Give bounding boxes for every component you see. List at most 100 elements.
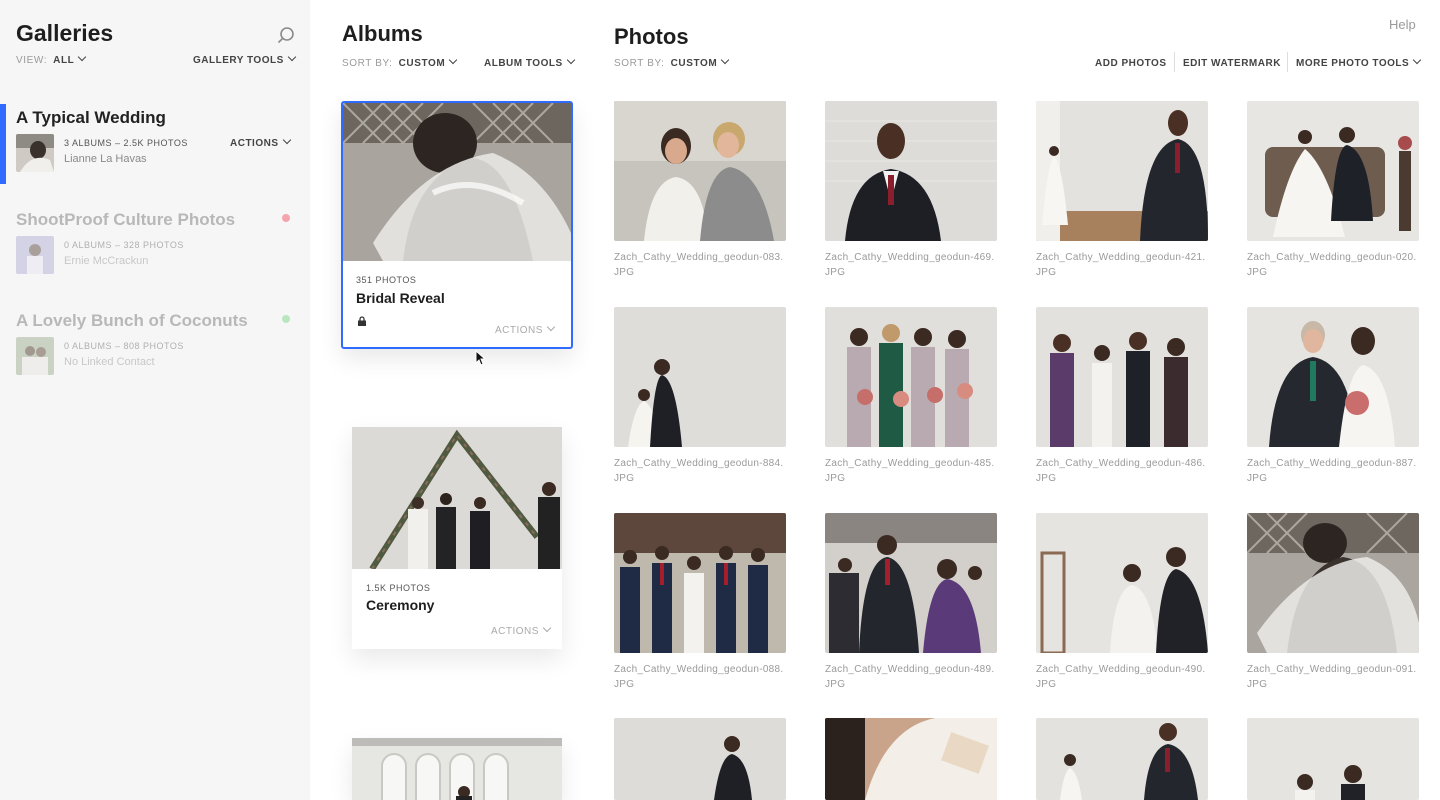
photo-thumbnail: [1247, 307, 1419, 447]
album-name: Bridal Reveal: [356, 290, 445, 306]
photos-sort[interactable]: SORT BY: CUSTOM: [614, 55, 730, 69]
actions-label: ACTIONS: [230, 138, 279, 149]
add-photos-button[interactable]: ADD PHOTOS: [1095, 58, 1167, 69]
photo-tile[interactable]: Zach_Cathy_Wedding_geodun-485.JPG: [825, 307, 997, 486]
gallery-actions-button[interactable]: ACTIONS: [230, 135, 291, 149]
sort-label: SORT BY:: [614, 58, 665, 69]
album-cover-image: [352, 427, 562, 569]
gallery-item-shootproof-culture-photos[interactable]: ShootProof Culture Photos 0 ALBUMS – 328…: [0, 206, 310, 286]
photo-filename: Zach_Cathy_Wedding_geodun-884.JPG: [614, 458, 784, 484]
album-photo-count: 1.5K PHOTOS: [366, 583, 431, 593]
photo-tile[interactable]: Zach_Cathy_Wedding_geodun-486.JPG: [1036, 307, 1208, 486]
photo-tile[interactable]: Zach_Cathy_Wedding_geodun-088.JPG: [614, 513, 786, 692]
album-card-3[interactable]: [352, 738, 562, 800]
chevron-down-icon: [78, 52, 87, 62]
gallery-tools-menu[interactable]: GALLERY TOOLS: [193, 52, 297, 66]
photo-tile[interactable]: Zach_Cathy_Wedding_geodun-489.JPG: [825, 513, 997, 692]
search-icon[interactable]: [276, 26, 296, 46]
photo-tile[interactable]: [825, 718, 997, 800]
mouse-cursor-icon: [475, 350, 485, 366]
albums-sort[interactable]: SORT BY: CUSTOM: [342, 55, 458, 69]
gallery-contact: No Linked Contact: [64, 356, 155, 368]
active-indicator: [0, 104, 6, 184]
photo-tile[interactable]: Zach_Cathy_Wedding_geodun-469.JPG: [825, 101, 997, 280]
more-photo-tools-menu[interactable]: MORE PHOTO TOOLS: [1296, 55, 1422, 69]
photo-filename: Zach_Cathy_Wedding_geodun-486.JPG: [1036, 458, 1206, 484]
photo-thumbnail: [614, 307, 786, 447]
view-value: ALL: [53, 55, 75, 66]
photo-tile[interactable]: Zach_Cathy_Wedding_geodun-091.JPG: [1247, 513, 1419, 692]
photo-thumbnail: [1036, 513, 1208, 653]
gallery-contact: Ernie McCrackun: [64, 255, 149, 267]
photos-title: Photos: [614, 24, 689, 49]
photo-thumbnail: [825, 513, 997, 653]
status-dot: [282, 315, 290, 323]
album-cover-image: [352, 738, 562, 800]
photo-filename: Zach_Cathy_Wedding_geodun-485.JPG: [825, 458, 995, 484]
album-tools-label: ALBUM TOOLS: [484, 58, 563, 69]
help-link[interactable]: Help: [1389, 17, 1416, 32]
chevron-down-icon: [449, 55, 458, 65]
photo-thumbnail: [614, 513, 786, 653]
chevron-down-icon: [566, 55, 575, 65]
photo-thumbnail: [1247, 513, 1419, 653]
album-tools-menu[interactable]: ALBUM TOOLS: [484, 55, 575, 69]
album-name: Ceremony: [366, 597, 435, 613]
photo-filename: Zach_Cathy_Wedding_geodun-887.JPG: [1247, 458, 1417, 484]
sort-label: SORT BY:: [342, 58, 393, 69]
gallery-thumbnail: [16, 337, 54, 375]
album-actions-button[interactable]: ACTIONS: [495, 322, 556, 336]
photo-tile[interactable]: [1247, 718, 1419, 800]
albums-column: Albums SORT BY: CUSTOM ALBUM TOOLS 351 PH…: [310, 0, 590, 800]
status-dot: [282, 214, 290, 222]
gallery-contact: Lianne La Havas: [64, 153, 147, 165]
photo-thumbnail: [1247, 718, 1419, 800]
photo-thumbnail: [614, 718, 786, 800]
chevron-down-icon: [721, 55, 730, 65]
photo-thumbnail: [1036, 101, 1208, 241]
gallery-item-a-typical-wedding[interactable]: A Typical Wedding 3 ALBUMS – 2.5K PHOTOS…: [0, 104, 310, 184]
photo-filename: Zach_Cathy_Wedding_geodun-469.JPG: [825, 252, 995, 278]
chevron-down-icon: [546, 322, 556, 332]
photo-filename: Zach_Cathy_Wedding_geodun-088.JPG: [614, 664, 784, 690]
album-cover-image: [343, 103, 571, 261]
toolbar-divider: [1174, 52, 1175, 72]
galleries-title: Galleries: [16, 20, 114, 46]
album-card-ceremony[interactable]: 1.5K PHOTOS Ceremony ACTIONS: [352, 427, 562, 649]
photo-thumbnail: [614, 101, 786, 241]
photo-thumbnail: [825, 718, 997, 800]
sort-value: CUSTOM: [670, 58, 718, 69]
photo-tile[interactable]: Zach_Cathy_Wedding_geodun-490.JPG: [1036, 513, 1208, 692]
edit-watermark-button[interactable]: EDIT WATERMARK: [1183, 58, 1281, 69]
photo-tile[interactable]: Zach_Cathy_Wedding_geodun-020.JPG: [1247, 101, 1419, 280]
photo-tile[interactable]: [614, 718, 786, 800]
gallery-meta: 3 ALBUMS – 2.5K PHOTOS: [64, 138, 188, 148]
lock-icon: [358, 316, 366, 326]
gallery-item-a-lovely-bunch-of-coconuts[interactable]: A Lovely Bunch of Coconuts 0 ALBUMS – 80…: [0, 307, 310, 387]
photo-tile[interactable]: Zach_Cathy_Wedding_geodun-083.JPG: [614, 101, 786, 280]
sort-value: CUSTOM: [398, 58, 446, 69]
gallery-tools-label: GALLERY TOOLS: [193, 55, 284, 66]
chevron-down-icon: [287, 52, 297, 62]
album-actions-button[interactable]: ACTIONS: [491, 623, 552, 637]
galleries-sidebar: Galleries VIEW: ALL GALLERY TOOLS A Typic…: [0, 0, 310, 800]
photo-tile[interactable]: Zach_Cathy_Wedding_geodun-421.JPG: [1036, 101, 1208, 280]
more-photo-tools-label: MORE PHOTO TOOLS: [1296, 58, 1410, 69]
actions-label: ACTIONS: [491, 626, 539, 637]
gallery-meta: 0 ALBUMS – 808 PHOTOS: [64, 341, 184, 351]
photo-thumbnail: [1036, 718, 1208, 800]
photo-filename: Zach_Cathy_Wedding_geodun-083.JPG: [614, 252, 784, 278]
photo-tile[interactable]: Zach_Cathy_Wedding_geodun-884.JPG: [614, 307, 786, 486]
view-filter[interactable]: VIEW: ALL: [16, 52, 87, 66]
photo-thumbnail: [1247, 101, 1419, 241]
photo-thumbnail: [825, 101, 997, 241]
gallery-thumbnail: [16, 134, 54, 172]
photo-filename: Zach_Cathy_Wedding_geodun-020.JPG: [1247, 252, 1417, 278]
chevron-down-icon: [542, 623, 552, 633]
albums-title: Albums: [342, 21, 423, 46]
gallery-name: A Lovely Bunch of Coconuts: [16, 311, 248, 330]
photo-tile[interactable]: Zach_Cathy_Wedding_geodun-887.JPG: [1247, 307, 1419, 486]
gallery-name: ShootProof Culture Photos: [16, 210, 236, 229]
photo-tile[interactable]: [1036, 718, 1208, 800]
album-card-bridal-reveal[interactable]: 351 PHOTOS Bridal Reveal ACTIONS: [341, 101, 573, 349]
